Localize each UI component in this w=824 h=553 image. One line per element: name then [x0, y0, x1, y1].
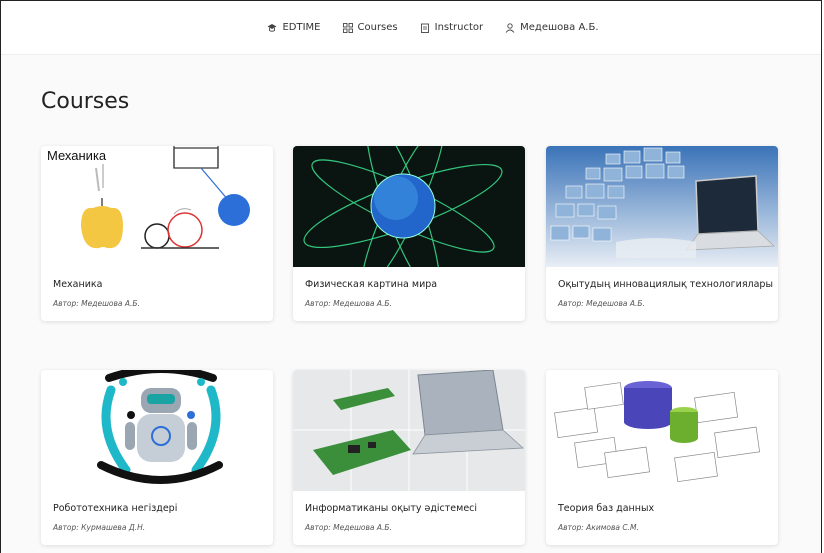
- course-author: Автор: Медешова А.Б.: [305, 523, 392, 532]
- course-card-innovative-technologies[interactable]: Оқытудың инновациялық технологиялары Авт…: [546, 146, 778, 321]
- course-thumbnail: [293, 146, 525, 267]
- database-illustration-icon: [546, 370, 778, 491]
- course-thumbnail: [546, 370, 778, 491]
- nav-instructor[interactable]: Instructor: [420, 22, 484, 33]
- course-card-mechanics[interactable]: Механика Механика Автор: Медешова А.Б.: [41, 146, 273, 321]
- course-thumbnail: [41, 370, 273, 491]
- nav-courses-label: Courses: [357, 22, 398, 33]
- course-author: Автор: Медешова А.Б.: [53, 299, 140, 308]
- course-title: Теория баз данных: [558, 503, 655, 514]
- nav-user-label: Медешова А.Б.: [520, 22, 599, 33]
- course-title: Механика: [53, 279, 103, 290]
- nav-courses[interactable]: Courses: [342, 22, 398, 33]
- school-icon: [267, 23, 277, 32]
- user-icon: [505, 22, 515, 33]
- nav-user[interactable]: Медешова А.Б.: [505, 22, 599, 33]
- laptop-circuit-icon: [293, 370, 525, 491]
- nav-brand[interactable]: EDTIME: [267, 22, 321, 33]
- grid-icon: [342, 22, 353, 33]
- course-author: Автор: Медешова А.Б.: [305, 299, 392, 308]
- clipboard-icon: [420, 23, 429, 33]
- page-title: Courses: [41, 89, 130, 114]
- top-navigation: EDTIME Courses Instructor Медешова А.Б.: [1, 1, 821, 55]
- course-card-physical-picture[interactable]: Физическая картина мира Автор: Медешова …: [293, 146, 525, 321]
- course-author: Автор: Медешова А.Б.: [558, 299, 645, 308]
- course-card-informatics-methods[interactable]: Информатиканы оқыту әдістемесі Автор: Ме…: [293, 370, 525, 545]
- course-thumbnail: [546, 146, 778, 267]
- robot-illustration-icon: [41, 370, 273, 491]
- nav-instructor-label: Instructor: [434, 22, 484, 33]
- course-card-robotics[interactable]: Робототехника негіздері Автор: Курмашева…: [41, 370, 273, 545]
- laptop-media-icon: [546, 146, 778, 267]
- course-author: Автор: Акимова С.М.: [558, 523, 639, 532]
- course-title: Физическая картина мира: [305, 279, 438, 290]
- course-card-database-theory[interactable]: Теория баз данных Автор: Акимова С.М.: [546, 370, 778, 545]
- app-window: EDTIME Courses Instructor Медешова А.Б. …: [0, 0, 822, 553]
- nav-brand-label: EDTIME: [282, 22, 321, 33]
- mechanics-illustration-icon: [81, 146, 250, 249]
- glowing-globe-icon: [293, 146, 525, 267]
- course-thumbnail: Механика: [41, 146, 273, 267]
- course-title: Робототехника негіздері: [53, 503, 178, 514]
- thumbnail-caption: Механика: [47, 148, 107, 163]
- course-title: Оқытудың инновациялық технологиялары: [558, 279, 773, 290]
- course-thumbnail: [293, 370, 525, 491]
- course-author: Автор: Курмашева Д.Н.: [53, 523, 146, 532]
- course-title: Информатиканы оқыту әдістемесі: [305, 503, 478, 514]
